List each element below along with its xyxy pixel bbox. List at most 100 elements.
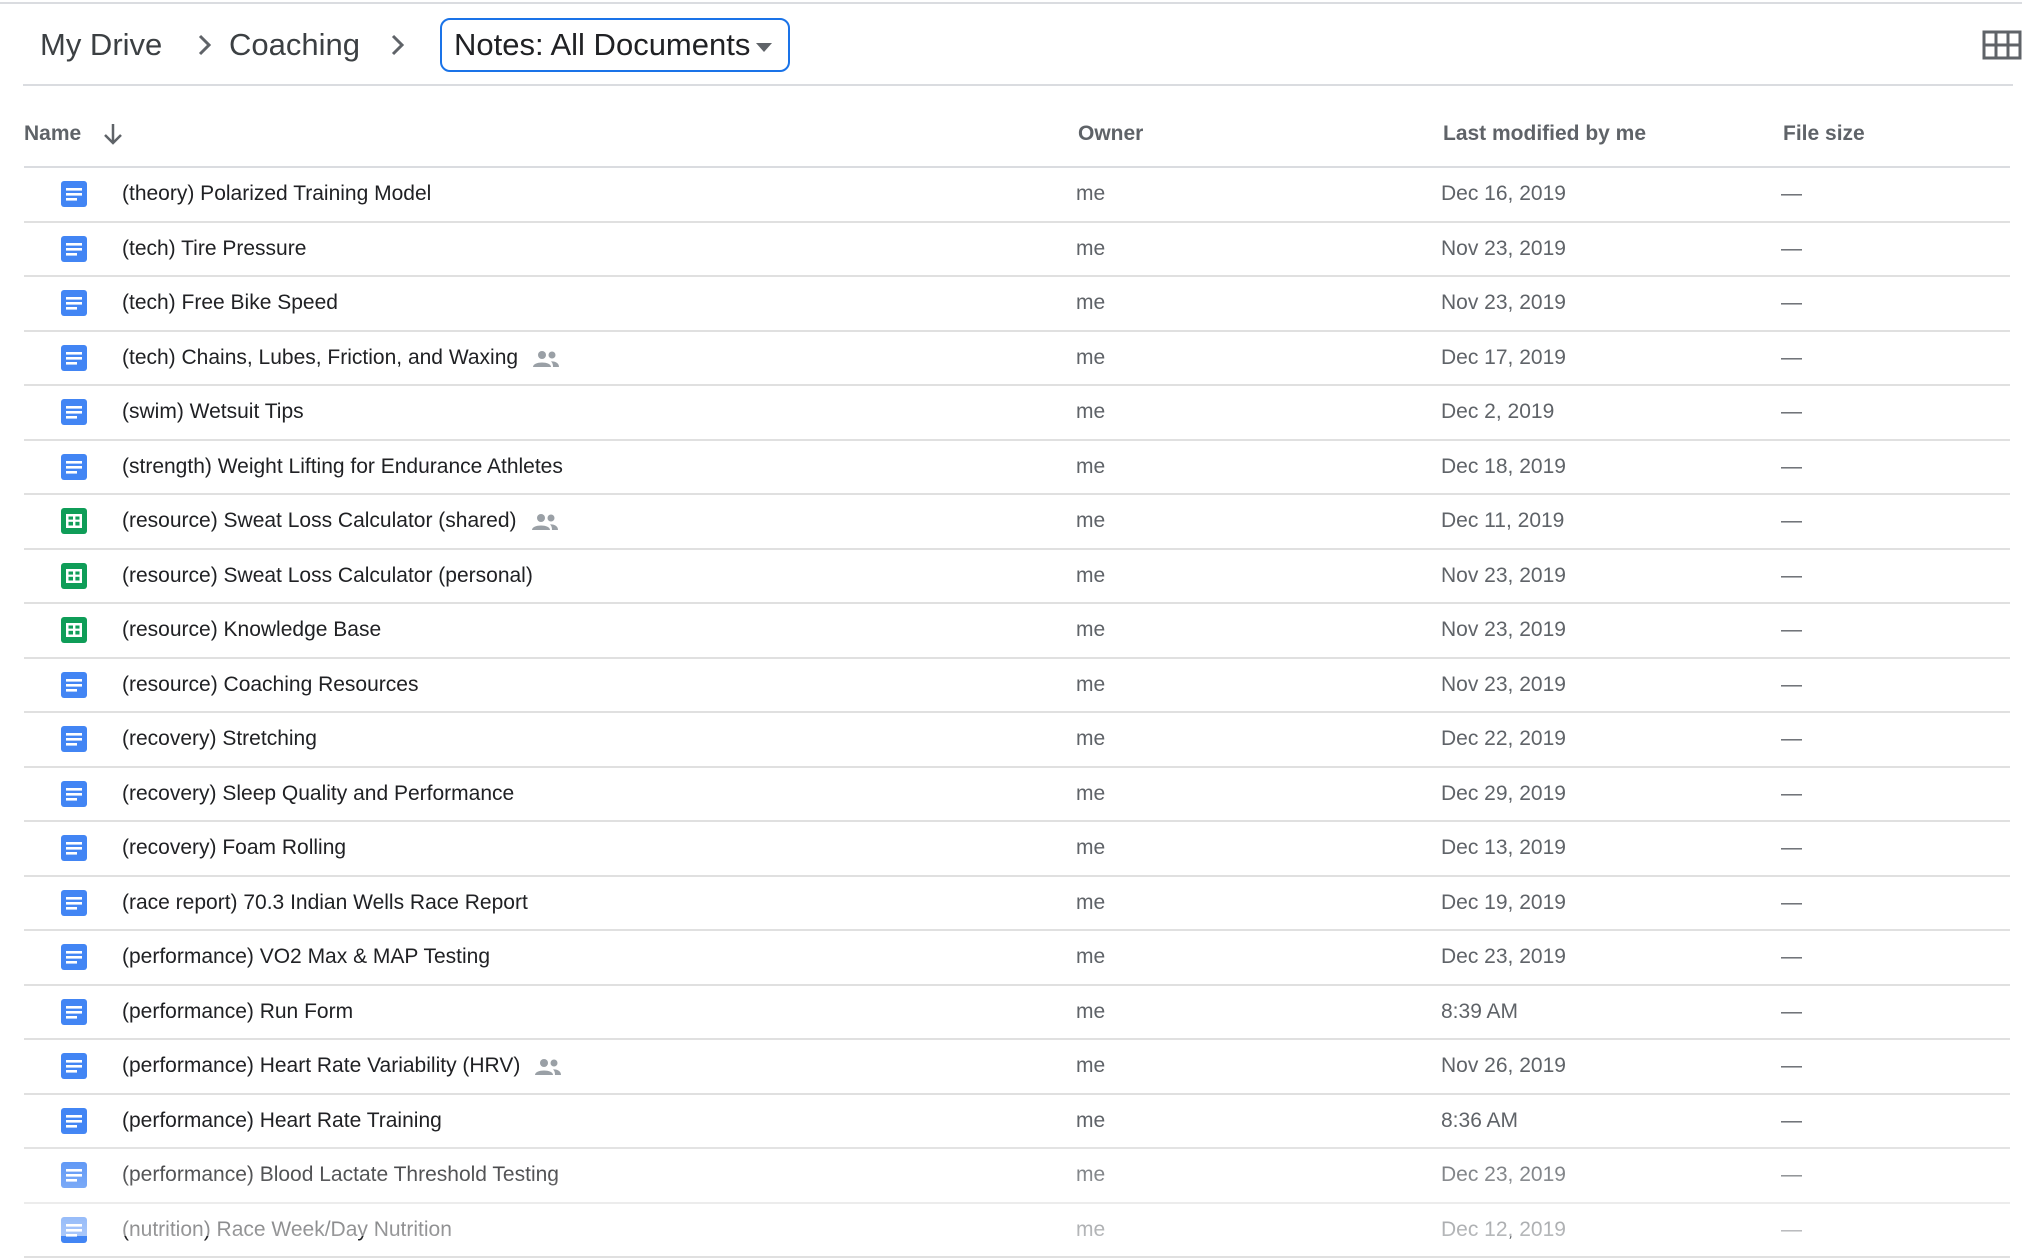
file-last-modified: Nov 23, 2019 bbox=[1441, 223, 1566, 275]
file-owner: me bbox=[1076, 386, 1105, 438]
shared-people-icon bbox=[532, 350, 560, 368]
file-owner: me bbox=[1076, 768, 1105, 820]
file-name[interactable]: (performance) VO2 Max & MAP Testing bbox=[122, 931, 490, 983]
shared-people-icon bbox=[534, 1058, 562, 1076]
file-name[interactable]: (recovery) Sleep Quality and Performance bbox=[122, 768, 514, 820]
file-last-modified: Dec 2, 2019 bbox=[1441, 386, 1554, 438]
file-owner: me bbox=[1076, 1040, 1105, 1092]
file-owner: me bbox=[1076, 877, 1105, 929]
file-owner: me bbox=[1076, 332, 1105, 384]
file-name[interactable]: (strength) Weight Lifting for Endurance … bbox=[122, 441, 563, 493]
table-row[interactable]: (performance) Heart Rate Training me 8:36 … bbox=[24, 1095, 2010, 1150]
google-docs-icon bbox=[61, 181, 87, 207]
table-row[interactable]: (recovery) Foam RollingmeDec 13, 2019— bbox=[24, 822, 2010, 877]
table-row[interactable]: (strength) Weight Lifting for Endurance … bbox=[24, 441, 2010, 496]
google-docs-icon bbox=[61, 1217, 87, 1243]
caret-down-icon bbox=[756, 40, 772, 58]
grid-view-icon bbox=[1982, 30, 2022, 60]
file-owner: me bbox=[1076, 604, 1105, 656]
breadcrumb-coaching[interactable]: Coaching bbox=[229, 20, 360, 70]
file-owner: me bbox=[1076, 495, 1105, 547]
file-name[interactable]: (theory) Polarized Training Model bbox=[122, 168, 431, 220]
file-name[interactable]: (performance) Run Form bbox=[122, 986, 353, 1038]
table-row[interactable]: (recovery) StretchingmeDec 22, 2019— bbox=[24, 713, 2010, 768]
column-header-owner[interactable]: Owner bbox=[1078, 110, 1143, 158]
file-name[interactable]: (swim) Wetsuit Tips bbox=[122, 386, 304, 438]
file-last-modified: Dec 23, 2019 bbox=[1441, 931, 1566, 983]
file-name[interactable]: (nutrition) Race Week/Day Nutrition bbox=[122, 1204, 452, 1256]
google-docs-icon bbox=[61, 999, 87, 1025]
table-row[interactable]: (theory) Polarized Training ModelmeDec 1… bbox=[24, 168, 2010, 223]
file-name[interactable]: (recovery) Foam Rolling bbox=[122, 822, 346, 874]
file-name[interactable]: (tech) Free Bike Speed bbox=[122, 277, 338, 329]
file-size: — bbox=[1781, 1040, 1802, 1092]
table-row[interactable]: (resource) Coaching ResourcesmeNov 23, 2… bbox=[24, 659, 2010, 714]
file-name[interactable]: (performance) Heart Rate Training bbox=[122, 1095, 442, 1147]
file-name[interactable]: (resource) Sweat Loss Calculator (person… bbox=[122, 550, 533, 602]
table-row[interactable]: (recovery) Sleep Quality and Performance… bbox=[24, 768, 2010, 823]
file-size: — bbox=[1781, 277, 1802, 329]
file-last-modified: Dec 17, 2019 bbox=[1441, 332, 1566, 384]
google-docs-icon bbox=[61, 454, 87, 480]
table-row[interactable]: (performance) Run Formme8:39 AM— bbox=[24, 986, 2010, 1041]
file-last-modified: 8:36 AM bbox=[1441, 1095, 1518, 1147]
table-row[interactable]: (tech) Free Bike Speed me Nov 23, 2019 — bbox=[24, 277, 2010, 332]
file-size: — bbox=[1781, 550, 1802, 602]
file-name[interactable]: (recovery) Stretching bbox=[122, 713, 317, 765]
table-row[interactable]: (resource) Sweat Loss Calculator (person… bbox=[24, 550, 2010, 605]
file-size: — bbox=[1781, 495, 1802, 547]
column-header-last-modified[interactable]: Last modified by me bbox=[1443, 110, 1646, 158]
column-header-name[interactable]: Name bbox=[24, 110, 81, 158]
google-docs-icon bbox=[61, 345, 87, 371]
column-header-row: Name Owner Last modified by me File size bbox=[24, 110, 2010, 168]
file-last-modified: Dec 19, 2019 bbox=[1441, 877, 1566, 929]
table-row[interactable]: (nutrition) Race Week/Day NutritionmeDec… bbox=[24, 1204, 2010, 1258]
grid-view-button[interactable] bbox=[1982, 30, 2022, 60]
file-owner: me bbox=[1076, 168, 1105, 220]
shared-people-icon bbox=[531, 513, 559, 531]
file-last-modified: Dec 11, 2019 bbox=[1441, 495, 1564, 547]
file-size: — bbox=[1781, 1204, 1802, 1256]
file-size: — bbox=[1781, 1149, 1802, 1201]
file-owner: me bbox=[1076, 931, 1105, 983]
google-docs-icon bbox=[61, 672, 87, 698]
breadcrumb-my-drive[interactable]: My Drive bbox=[40, 20, 162, 70]
file-last-modified: Nov 23, 2019 bbox=[1441, 277, 1566, 329]
file-size: — bbox=[1781, 386, 1802, 438]
table-row[interactable]: (swim) Wetsuit Tips me Dec 2, 2019 — bbox=[24, 386, 2010, 441]
file-last-modified: Nov 23, 2019 bbox=[1441, 550, 1566, 602]
google-docs-icon bbox=[61, 781, 87, 807]
file-name[interactable]: (resource) Sweat Loss Calculator (shared… bbox=[122, 495, 517, 547]
breadcrumb: My Drive Coaching Notes: All Documents bbox=[23, 0, 2013, 86]
file-owner: me bbox=[1076, 1095, 1105, 1147]
table-row[interactable]: (performance) Blood Lactate Threshold Te… bbox=[24, 1149, 2010, 1204]
file-name[interactable]: (resource) Knowledge Base bbox=[122, 604, 381, 656]
file-name[interactable]: (performance) Heart Rate Variability (HR… bbox=[122, 1040, 520, 1092]
column-header-file-size[interactable]: File size bbox=[1783, 110, 1865, 158]
google-docs-icon bbox=[61, 835, 87, 861]
google-docs-icon bbox=[61, 1108, 87, 1134]
file-name[interactable]: (tech) Tire Pressure bbox=[122, 223, 306, 275]
file-owner: me bbox=[1076, 223, 1105, 275]
file-name[interactable]: (race report) 70.3 Indian Wells Race Rep… bbox=[122, 877, 528, 929]
file-owner: me bbox=[1076, 550, 1105, 602]
arrow-down-icon[interactable] bbox=[102, 122, 124, 151]
google-docs-icon bbox=[61, 399, 87, 425]
table-row[interactable]: (performance) Heart Rate Variability (HR… bbox=[24, 1040, 2010, 1095]
file-name[interactable]: (resource) Coaching Resources bbox=[122, 659, 418, 711]
file-size: — bbox=[1781, 332, 1802, 384]
file-owner: me bbox=[1076, 277, 1105, 329]
current-folder-dropdown[interactable]: Notes: All Documents bbox=[440, 18, 790, 72]
file-name[interactable]: (tech) Chains, Lubes, Friction, and Waxi… bbox=[122, 332, 518, 384]
chevron-right-icon bbox=[190, 30, 220, 60]
file-owner: me bbox=[1076, 659, 1105, 711]
table-row[interactable]: (race report) 70.3 Indian Wells Race Rep… bbox=[24, 877, 2010, 932]
file-last-modified: Dec 22, 2019 bbox=[1441, 713, 1566, 765]
table-row[interactable]: (tech) Chains, Lubes, Friction, and Waxi… bbox=[24, 332, 2010, 387]
file-name[interactable]: (performance) Blood Lactate Threshold Te… bbox=[122, 1149, 559, 1201]
table-row[interactable]: (resource) Knowledge BasemeNov 23, 2019— bbox=[24, 604, 2010, 659]
google-docs-icon bbox=[61, 290, 87, 316]
table-row[interactable]: (tech) Tire PressuremeNov 23, 2019— bbox=[24, 223, 2010, 278]
table-row[interactable]: (performance) VO2 Max & MAP Testing me Dec… bbox=[24, 931, 2010, 986]
table-row[interactable]: (resource) Sweat Loss Calculator (shared… bbox=[24, 495, 2010, 550]
